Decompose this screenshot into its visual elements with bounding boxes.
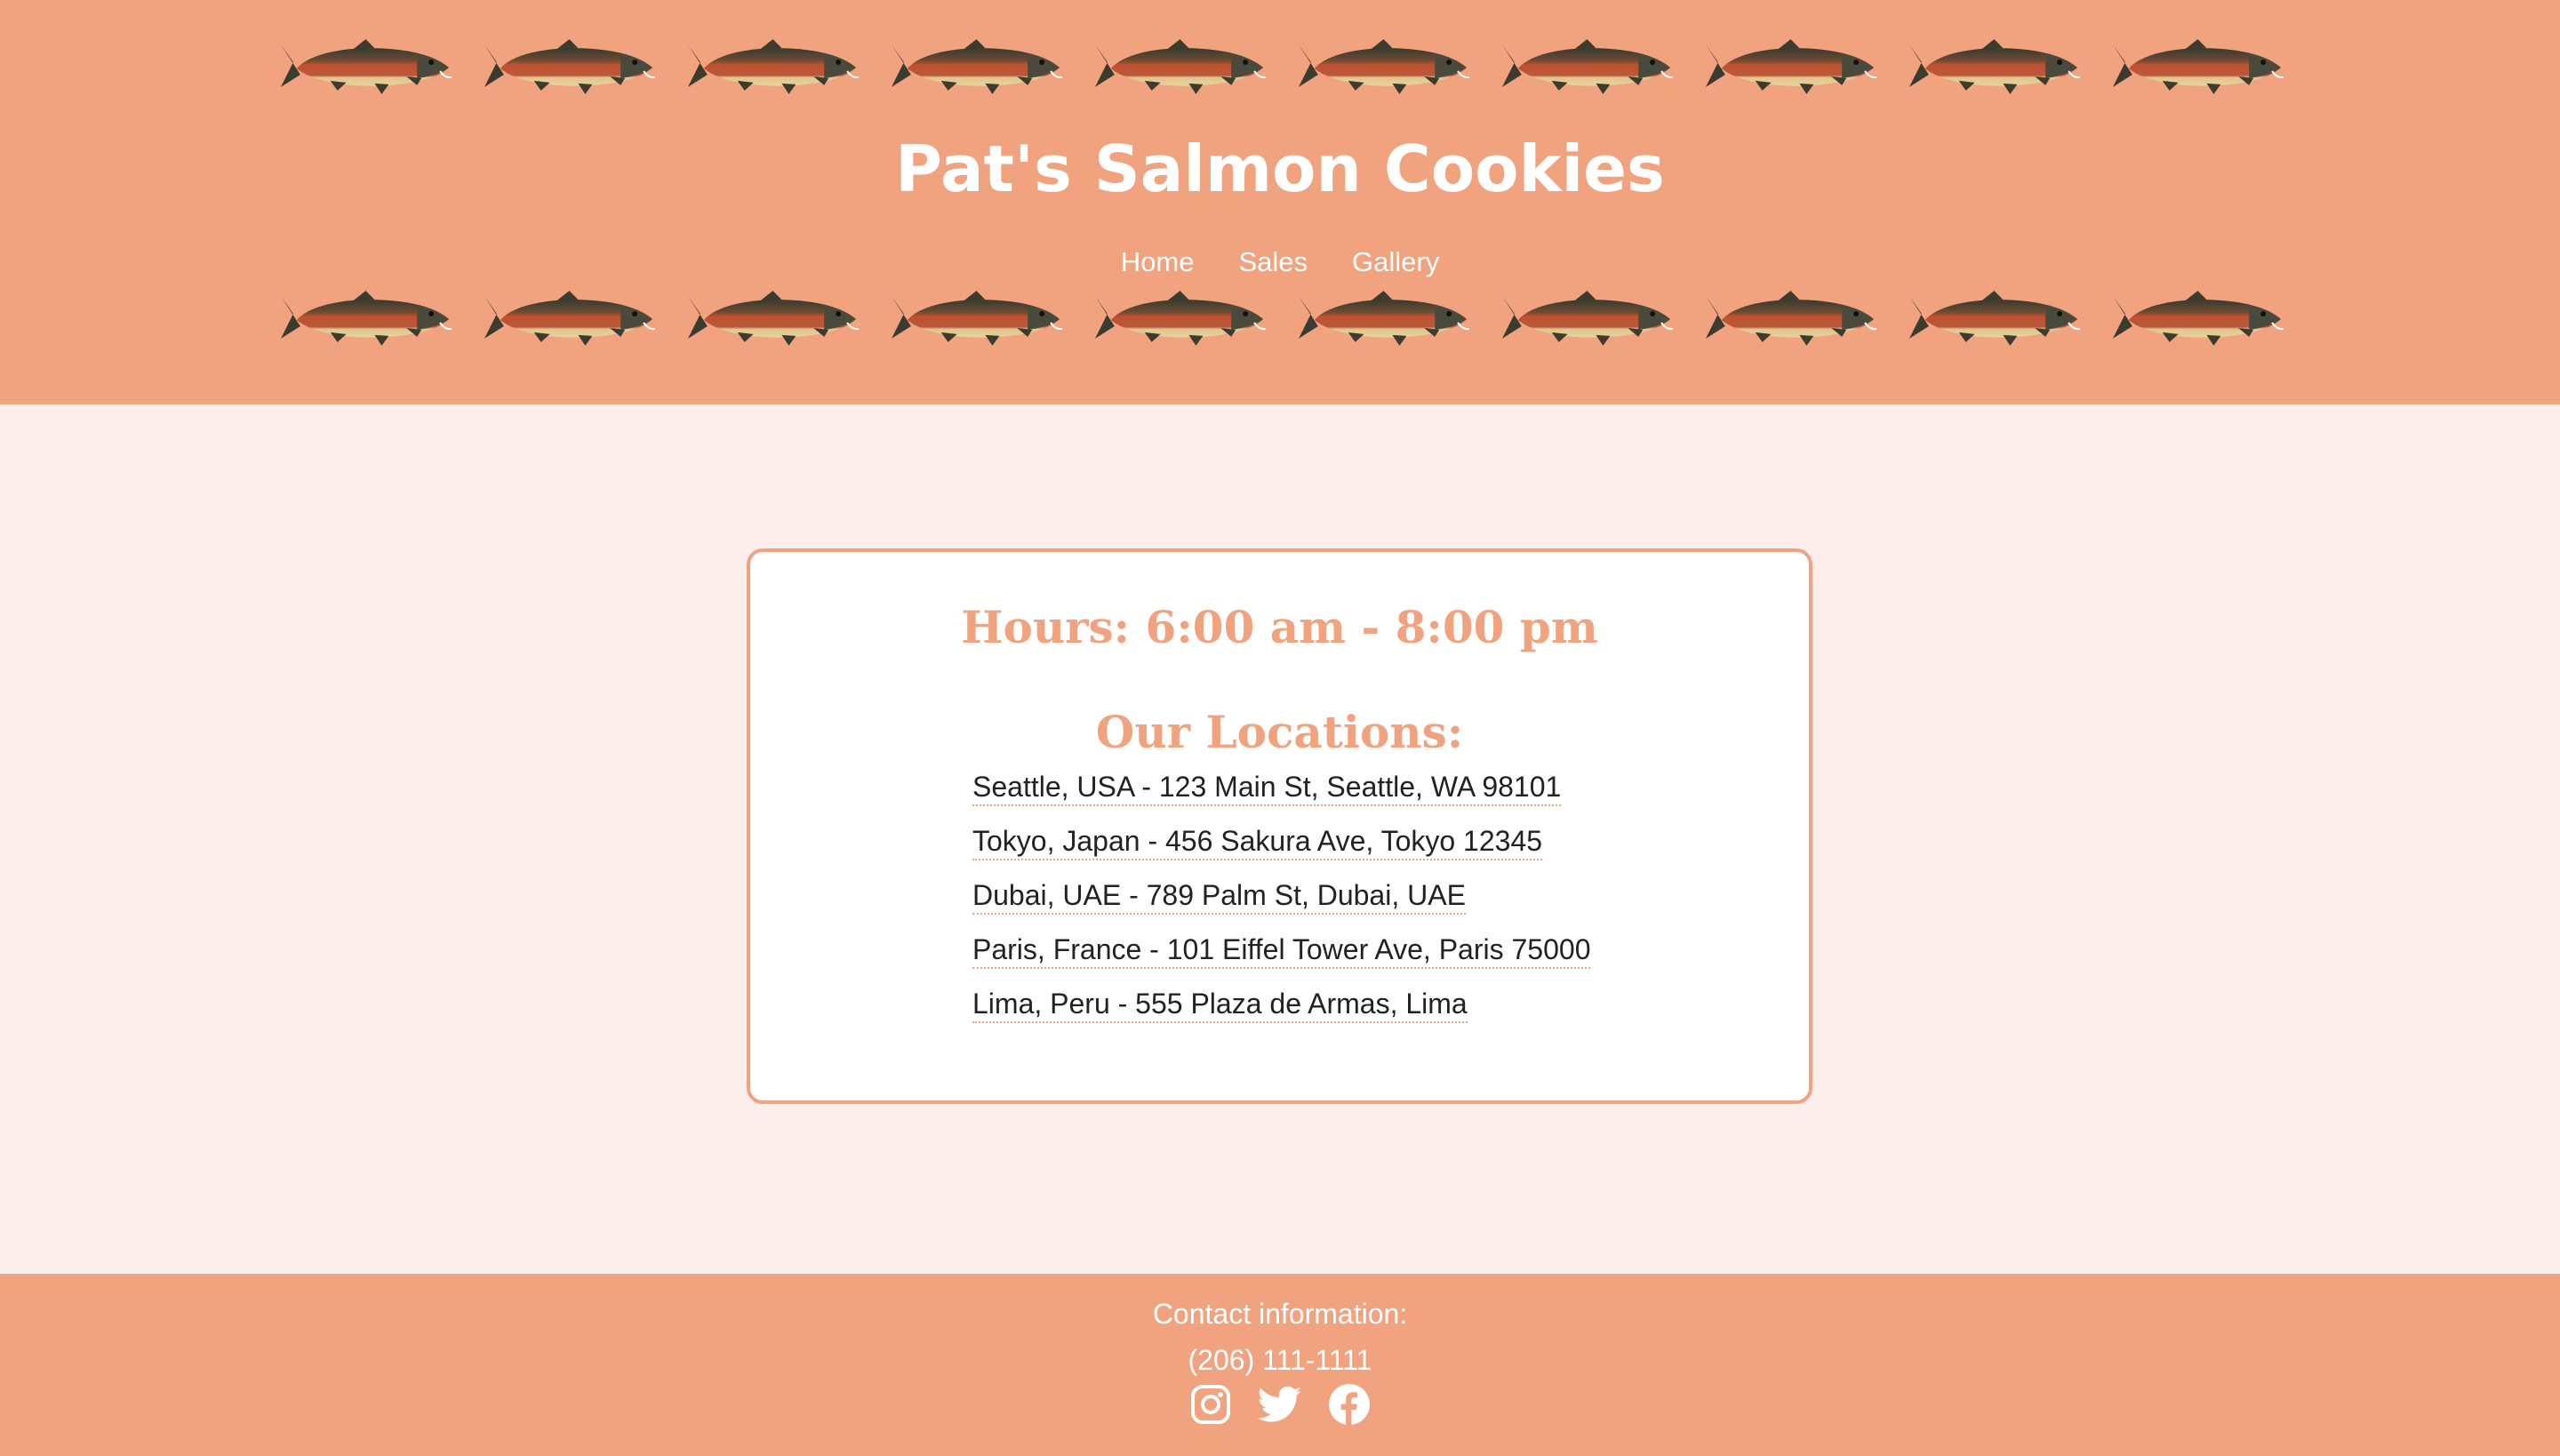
location-item: Tokyo, Japan - 456 Sakura Ave, Tokyo 123…	[972, 814, 1590, 868]
location-text: Dubai, UAE - 789 Palm St, Dubai, UAE	[972, 877, 1466, 915]
salmon-icon	[1094, 291, 1267, 346]
info-card: Hours: 6:00 am - 8:00 pm Our Locations: …	[747, 548, 1812, 1104]
site-footer: Contact information: (206) 111-1111	[0, 1274, 2560, 1456]
contact-label: Contact information:	[1152, 1298, 1408, 1330]
location-text: Lima, Peru - 555 Plaza de Armas, Lima	[972, 986, 1468, 1023]
site-title: Pat's Salmon Cookies	[895, 132, 1665, 206]
salmon-icon	[1501, 39, 1674, 94]
salmon-icon	[891, 39, 1063, 94]
salmon-icon	[280, 39, 452, 94]
salmon-icon	[280, 291, 452, 346]
salmon-icon	[1094, 39, 1267, 94]
salmon-icon	[2112, 291, 2284, 346]
salmon-icon	[2112, 39, 2284, 94]
salmon-icon	[1705, 39, 1877, 94]
location-item: Lima, Peru - 555 Plaza de Armas, Lima	[972, 977, 1590, 1031]
salmon-icon	[1501, 291, 1674, 346]
hours-heading: Hours: 6:00 am - 8:00 pm	[961, 601, 1598, 653]
location-text: Paris, France - 101 Eiffel Tower Ave, Pa…	[972, 932, 1591, 969]
facebook-link[interactable]	[1327, 1382, 1372, 1427]
locations-list: Seattle, USA - 123 Main St, Seattle, WA …	[972, 760, 1591, 1031]
fish-banner-bottom	[276, 287, 2284, 349]
salmon-icon	[687, 39, 860, 94]
salmon-icon	[484, 291, 656, 346]
phone-number: (206) 111-1111	[1188, 1344, 1372, 1376]
salmon-icon	[891, 291, 1063, 346]
salmon-icon	[484, 39, 656, 94]
location-item: Dubai, UAE - 789 Palm St, Dubai, UAE	[972, 868, 1590, 923]
location-text: Seattle, USA - 123 Main St, Seattle, WA …	[972, 769, 1562, 806]
location-item: Seattle, USA - 123 Main St, Seattle, WA …	[972, 760, 1590, 814]
nav-link-gallery[interactable]: Gallery	[1352, 240, 1439, 284]
nav-link-home[interactable]: Home	[1121, 240, 1195, 284]
locations-heading: Our Locations:	[1095, 706, 1464, 758]
location-item: Paris, France - 101 Eiffel Tower Ave, Pa…	[972, 923, 1591, 977]
salmon-icon	[1705, 291, 1877, 346]
salmon-icon	[1908, 39, 2081, 94]
social-links	[0, 1382, 2560, 1427]
salmon-icon	[1908, 291, 2081, 346]
salmon-icon	[1298, 291, 1470, 346]
instagram-icon	[1191, 1385, 1230, 1424]
page: Pat's Salmon Cookies Home Sales Gallery	[0, 0, 2560, 1456]
main-content: Hours: 6:00 am - 8:00 pm Our Locations: …	[0, 404, 2560, 1274]
location-text: Tokyo, Japan - 456 Sakura Ave, Tokyo 123…	[972, 823, 1543, 860]
main-nav: Home Sales Gallery	[0, 240, 2560, 284]
twitter-link[interactable]	[1258, 1382, 1302, 1427]
salmon-icon	[1298, 39, 1470, 94]
salmon-icon	[687, 291, 860, 346]
fish-banner-top	[276, 36, 2284, 98]
nav-link-sales[interactable]: Sales	[1238, 240, 1308, 284]
site-header: Pat's Salmon Cookies Home Sales Gallery	[0, 0, 2560, 404]
facebook-icon	[1329, 1384, 1370, 1425]
instagram-link[interactable]	[1188, 1382, 1233, 1427]
twitter-icon	[1258, 1386, 1302, 1422]
